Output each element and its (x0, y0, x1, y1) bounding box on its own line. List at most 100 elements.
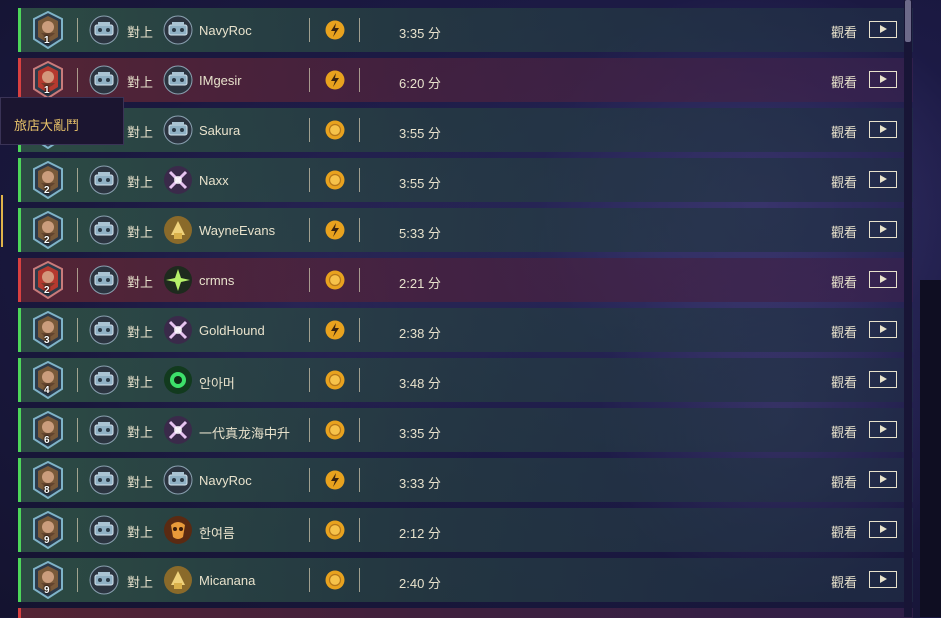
opponent-name: IMgesir (199, 73, 242, 88)
hero-level-badge: 3 (44, 335, 50, 346)
opponent-name: Sakura (199, 123, 241, 138)
match-row[interactable]: 6 對上 一代真龙海中升 3:35 分 觀看 (18, 408, 913, 452)
coin-icon (325, 520, 345, 540)
hero-level-badge: 2 (44, 235, 50, 246)
play-replay-button[interactable] (869, 71, 897, 88)
mech-hero-power-icon (89, 315, 119, 345)
mech-hero-power-icon (89, 515, 119, 545)
gold-hero-power-icon (163, 565, 193, 595)
vs-label: 對上 (127, 75, 154, 90)
play-replay-button[interactable] (869, 421, 897, 438)
mech-hero-power-icon (89, 15, 119, 45)
match-row[interactable]: 9 對上 Micanana 2:40 分 觀看 (18, 558, 913, 602)
divider (359, 468, 360, 492)
watch-label[interactable]: 觀看 (831, 322, 857, 341)
mech-hero-power-icon (163, 465, 193, 495)
hero-level-badge: 9 (44, 585, 50, 596)
vs-label: 對上 (127, 375, 154, 390)
vs-label: 對上 (127, 325, 154, 340)
match-row[interactable]: 1 對上 NavyRoc 3:35 分 觀看 (18, 8, 913, 52)
watch-label[interactable]: 觀看 (831, 272, 857, 291)
match-row[interactable]: 2 對上 WayneEvans 5:33 分 觀看 (18, 208, 913, 252)
player-hero-portrait: 9 (31, 560, 65, 600)
divider (359, 568, 360, 592)
watch-label[interactable]: 觀看 (831, 72, 857, 91)
match-duration: 3:33 分 (399, 476, 441, 491)
play-replay-button[interactable] (869, 121, 897, 138)
match-row[interactable]: 4 對上 안아머 3:48 分 觀看 (18, 358, 913, 402)
arcane-hero-power-icon (163, 315, 193, 345)
play-replay-button[interactable] (869, 171, 897, 188)
match-duration: 2:40 分 (399, 576, 441, 591)
divider (359, 368, 360, 392)
player-hero-portrait: 1 (31, 10, 65, 50)
match-row[interactable]: 9 對上 한여름 2:12 分 觀看 (18, 508, 913, 552)
match-row[interactable]: 對上 Sakura 3:55 分 觀看 (18, 108, 913, 152)
watch-label[interactable]: 觀看 (831, 422, 857, 441)
play-replay-button[interactable] (869, 371, 897, 388)
player-hero-portrait: 4 (31, 360, 65, 400)
scrollbar-track[interactable] (904, 0, 912, 617)
match-row[interactable]: 3 對上 GoldHound 2:38 分 觀看 (18, 308, 913, 352)
play-replay-button[interactable] (869, 571, 897, 588)
watch-label[interactable]: 觀看 (831, 172, 857, 191)
vs-label: 對上 (127, 175, 154, 190)
vs-label: 對上 (127, 125, 154, 140)
play-replay-button[interactable] (869, 521, 897, 538)
match-duration: 3:35 分 (399, 26, 441, 41)
play-replay-button[interactable] (869, 221, 897, 238)
divider (309, 368, 310, 392)
divider (77, 518, 78, 542)
watch-label[interactable]: 觀看 (831, 522, 857, 541)
divider (77, 318, 78, 342)
arcane-hero-power-icon (163, 415, 193, 445)
divider (309, 268, 310, 292)
sidebar-accent (1, 195, 3, 247)
player-hero-portrait: 8 (31, 460, 65, 500)
vs-label: 對上 (127, 425, 154, 440)
right-edge-panel (920, 280, 941, 617)
divider (309, 18, 310, 42)
match-row[interactable]: 1 對上 IMgesir 6:20 分 觀看 (18, 58, 913, 102)
first-player-bolt-icon (325, 320, 345, 340)
divider (309, 418, 310, 442)
vs-label: 對上 (127, 225, 154, 240)
divider (77, 468, 78, 492)
play-replay-button[interactable] (869, 321, 897, 338)
divider (309, 468, 310, 492)
divider (77, 368, 78, 392)
gold-hero-power-icon (163, 215, 193, 245)
tribal-hero-power-icon (163, 515, 193, 545)
opponent-name: Naxx (199, 173, 229, 188)
play-replay-button[interactable] (869, 21, 897, 38)
coin-icon (325, 170, 345, 190)
watch-label[interactable]: 觀看 (831, 122, 857, 141)
player-hero-portrait: 1 (31, 60, 65, 100)
match-row[interactable]: 8 對上 NavyRoc 3:33 分 觀看 (18, 458, 913, 502)
hero-level-badge: 1 (44, 35, 50, 46)
opponent-name: 一代真龙海中升 (199, 426, 291, 441)
watch-label[interactable]: 觀看 (831, 222, 857, 241)
scrollbar-thumb[interactable] (905, 0, 911, 42)
fel-hero-power-icon (163, 365, 193, 395)
watch-label[interactable]: 觀看 (831, 472, 857, 491)
match-row[interactable]: 2 對上 crmns 2:21 分 觀看 (18, 258, 913, 302)
play-replay-button[interactable] (869, 471, 897, 488)
watch-label[interactable]: 觀看 (831, 572, 857, 591)
hero-level-badge: 9 (44, 535, 50, 546)
divider (359, 118, 360, 142)
mech-hero-power-icon (89, 565, 119, 595)
match-row[interactable]: 2 對上 Naxx 3:55 分 觀看 (18, 158, 913, 202)
hero-level-badge: 2 (44, 285, 50, 296)
hero-level-badge: 6 (44, 435, 50, 446)
match-duration: 3:48 分 (399, 376, 441, 391)
vs-label: 對上 (127, 475, 154, 490)
player-hero-portrait: 9 (31, 510, 65, 550)
divider (359, 318, 360, 342)
watch-label[interactable]: 觀看 (831, 22, 857, 41)
coin-icon (325, 120, 345, 140)
match-duration: 2:21 分 (399, 276, 441, 291)
watch-label[interactable]: 觀看 (831, 372, 857, 391)
play-replay-button[interactable] (869, 271, 897, 288)
divider (77, 268, 78, 292)
